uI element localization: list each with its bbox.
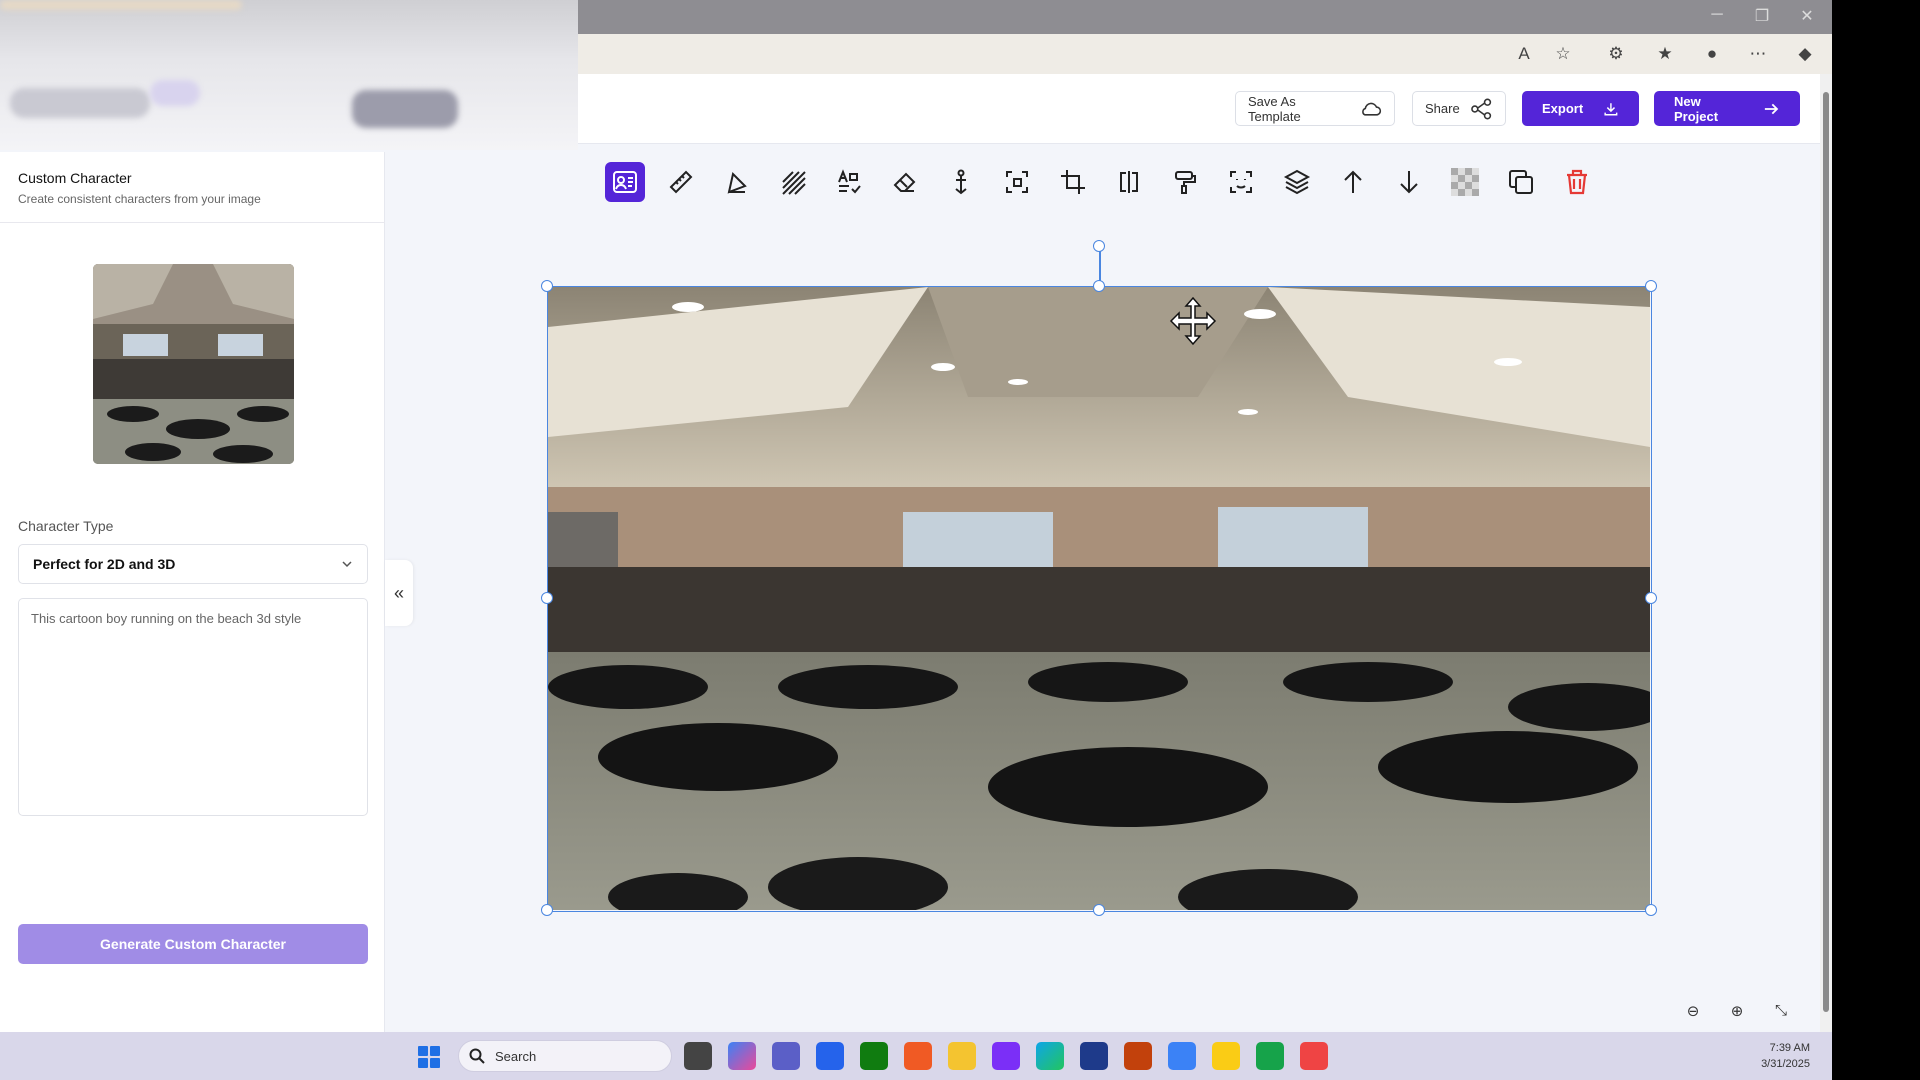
copilot-icon[interactable]: ◆: [1792, 42, 1818, 66]
save-as-template-button[interactable]: Save As Template: [1235, 91, 1395, 126]
anchor-icon[interactable]: [941, 162, 981, 202]
rotate-handle[interactable]: [1093, 240, 1105, 252]
extensions-icon[interactable]: ⚙: [1603, 42, 1629, 66]
brave-icon[interactable]: [904, 1042, 932, 1070]
scrollbar-thumb[interactable]: [1823, 92, 1829, 1012]
transparency-icon[interactable]: [1445, 162, 1485, 202]
copilot-app-icon[interactable]: [728, 1042, 756, 1070]
close-icon[interactable]: ✕: [1794, 6, 1820, 26]
ruler-icon[interactable]: [661, 162, 701, 202]
move-cursor-icon: [1168, 296, 1218, 351]
canvas-image[interactable]: [547, 286, 1668, 925]
flip-icon[interactable]: [1109, 162, 1149, 202]
character-type-select[interactable]: Perfect for 2D and 3D: [18, 544, 368, 584]
panel-divider: [0, 222, 385, 223]
download-icon: [1604, 102, 1618, 115]
taskbar-clock[interactable]: 7:39 AM 3/31/2025: [1740, 1040, 1810, 1072]
character-prompt-textarea[interactable]: This cartoon boy running on the beach 3d…: [18, 598, 368, 816]
share-button[interactable]: Share: [1412, 91, 1506, 126]
edit-toolbar: [602, 160, 1602, 204]
profile-icon[interactable]: ●: [1699, 42, 1725, 66]
zoom-out-icon[interactable]: ⊖: [1681, 1002, 1705, 1026]
teams-icon[interactable]: [772, 1042, 800, 1070]
editor-app: Save As Template Share Export New Projec…: [0, 74, 1832, 1032]
resize-handle-bottom[interactable]: [1093, 904, 1105, 916]
source-image-thumbnail: [93, 264, 294, 464]
store-icon[interactable]: [816, 1042, 844, 1070]
generate-custom-character-button[interactable]: Generate Custom Character: [18, 924, 368, 964]
windows-taskbar: Search 7:39 AM 3/31/2025: [0, 1032, 1832, 1080]
arrow-up-icon[interactable]: [1333, 162, 1373, 202]
resize-handle-bottom-right[interactable]: [1645, 904, 1657, 916]
arrow-down-icon[interactable]: [1389, 162, 1429, 202]
panel-subtitle: Create consistent characters from your i…: [18, 192, 261, 206]
delete-icon[interactable]: [1557, 162, 1597, 202]
edge-icon[interactable]: [1036, 1042, 1064, 1070]
text-style-icon[interactable]: [829, 162, 869, 202]
read-aloud-icon[interactable]: A: [1511, 42, 1537, 66]
warning-app-icon[interactable]: [1212, 1042, 1240, 1070]
crop-icon[interactable]: [1053, 162, 1093, 202]
export-button[interactable]: Export: [1522, 91, 1639, 126]
screen-margin: [1832, 0, 1920, 1080]
minimize-icon[interactable]: ─: [1704, 6, 1730, 24]
taskbar-search[interactable]: Search: [458, 1040, 672, 1072]
resize-handle-top-left[interactable]: [541, 280, 553, 292]
resize-handle-left[interactable]: [541, 592, 553, 604]
file-explorer-icon[interactable]: [948, 1042, 976, 1070]
eraser-icon[interactable]: [885, 162, 925, 202]
collapse-panel-button[interactable]: «: [385, 560, 413, 626]
resize-handle-right[interactable]: [1645, 592, 1657, 604]
favorites-icon[interactable]: ★: [1652, 42, 1678, 66]
recorder-icon[interactable]: [1300, 1042, 1328, 1070]
more-menu-icon[interactable]: ⋯: [1745, 42, 1771, 66]
search-icon: [469, 1048, 485, 1064]
windows-start-icon[interactable]: [418, 1046, 440, 1068]
resize-handle-bottom-left[interactable]: [541, 904, 553, 916]
share-icon: [1470, 98, 1491, 119]
app-icon-purple[interactable]: [992, 1042, 1020, 1070]
chevron-down-icon: [342, 561, 352, 568]
powerpoint-icon[interactable]: [1124, 1042, 1152, 1070]
vertical-scrollbar[interactable]: [1820, 74, 1832, 1032]
cloud-icon: [1361, 102, 1381, 116]
arrow-right-icon: [1765, 103, 1779, 114]
duplicate-icon[interactable]: [1501, 162, 1541, 202]
character-type-label: Character Type: [18, 518, 114, 534]
custom-character-icon[interactable]: [605, 162, 645, 202]
custom-character-panel: Custom Character Create consistent chara…: [0, 152, 385, 1032]
paint-roller-icon[interactable]: [1165, 162, 1205, 202]
panel-title: Custom Character: [18, 170, 132, 186]
app-icon-navy[interactable]: [1080, 1042, 1108, 1070]
camtasia-icon[interactable]: [1256, 1042, 1284, 1070]
hatch-icon[interactable]: [773, 162, 813, 202]
layers-icon[interactable]: [1277, 162, 1317, 202]
restore-icon[interactable]: ❐: [1749, 6, 1775, 26]
select-region-icon[interactable]: [997, 162, 1037, 202]
face-scan-icon[interactable]: [1221, 162, 1261, 202]
fit-screen-icon[interactable]: ⤡: [1769, 1002, 1793, 1026]
blurred-region: [0, 0, 578, 150]
new-project-button[interactable]: New Project: [1654, 91, 1800, 126]
xbox-icon[interactable]: [860, 1042, 888, 1070]
banquet-hall-photo: [548, 287, 1668, 925]
shapes-icon[interactable]: [717, 162, 757, 202]
zoom-in-icon[interactable]: ⊕: [1725, 1002, 1749, 1026]
task-view-icon[interactable]: [684, 1042, 712, 1070]
photos-icon[interactable]: [1168, 1042, 1196, 1070]
resize-handle-top-right[interactable]: [1645, 280, 1657, 292]
favorite-star-icon[interactable]: ☆: [1550, 42, 1576, 66]
resize-handle-top[interactable]: [1093, 280, 1105, 292]
